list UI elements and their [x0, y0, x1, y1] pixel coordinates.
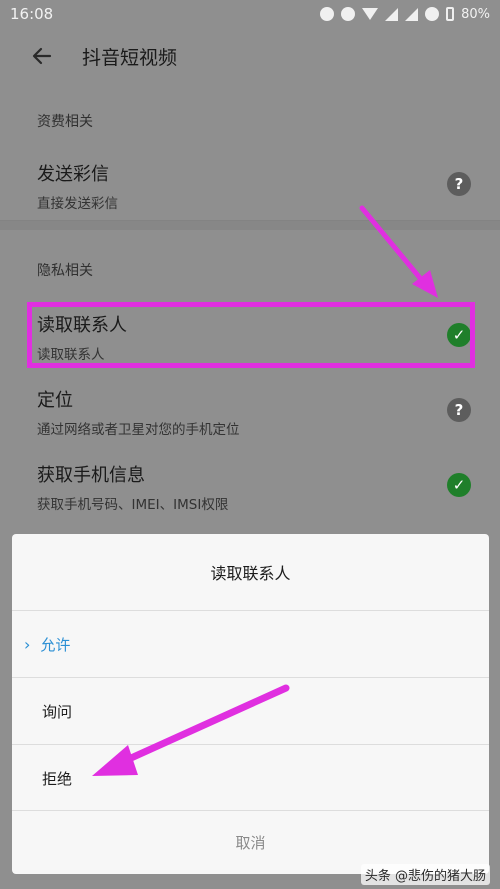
option-label: 拒绝 [42, 769, 73, 788]
permission-item-phone-info[interactable]: 获取手机信息 获取手机号码、IMEI、IMSI权限 ✓ [37, 461, 477, 521]
item-title: 获取手机信息 [37, 465, 145, 486]
notification-icon [320, 7, 335, 21]
permission-item-send-mms[interactable]: 发送彩信 直接发送彩信 ? [37, 160, 477, 220]
item-subtitle: 通过网络或者卫星对您的手机定位 [37, 422, 240, 438]
highlight-annotation-box [27, 302, 475, 368]
watermark: 头条 @悲伤的猪大肠 [360, 864, 490, 885]
item-title: 定位 [37, 390, 73, 411]
item-title: 发送彩信 [37, 164, 109, 185]
status-bar: 16:08 80% [0, 0, 500, 28]
battery-icon [446, 7, 455, 21]
wifi-icon [362, 8, 379, 20]
section-label-privacy: 隐私相关 [37, 263, 93, 279]
permission-item-location[interactable]: 定位 通过网络或者卫星对您的手机定位 ? [37, 386, 477, 446]
section-label-billing: 资费相关 [37, 114, 93, 130]
question-icon: ? [447, 172, 471, 196]
dialog-option-ask[interactable]: 询问 [12, 677, 489, 744]
check-icon: ✓ [447, 473, 471, 497]
dialog-option-allow[interactable]: › 允许 [12, 610, 489, 677]
app-header: 抖音短视频 [0, 28, 500, 84]
option-label: 询问 [42, 702, 73, 721]
status-icons: 80% [320, 7, 490, 22]
option-label: 允许 [40, 635, 71, 654]
battery-percent: 80% [461, 6, 490, 22]
chevron-right-icon: › [24, 634, 31, 654]
status-time: 16:08 [10, 5, 54, 23]
alarm-icon [341, 7, 356, 21]
item-subtitle: 直接发送彩信 [37, 196, 118, 212]
back-arrow-icon[interactable] [30, 44, 54, 68]
signal-icon-2 [405, 7, 419, 21]
page-title: 抖音短视频 [82, 46, 178, 69]
question-icon: ? [447, 398, 471, 422]
item-subtitle: 获取手机号码、IMEI、IMSI权限 [37, 497, 229, 513]
dialog-option-deny[interactable]: 拒绝 [12, 744, 489, 811]
section-divider [0, 220, 500, 230]
permission-dialog: 读取联系人 › 允许 询问 拒绝 取消 [12, 534, 489, 874]
signal-icon [385, 7, 399, 21]
charging-icon [425, 7, 440, 21]
dialog-title: 读取联系人 [210, 564, 291, 583]
